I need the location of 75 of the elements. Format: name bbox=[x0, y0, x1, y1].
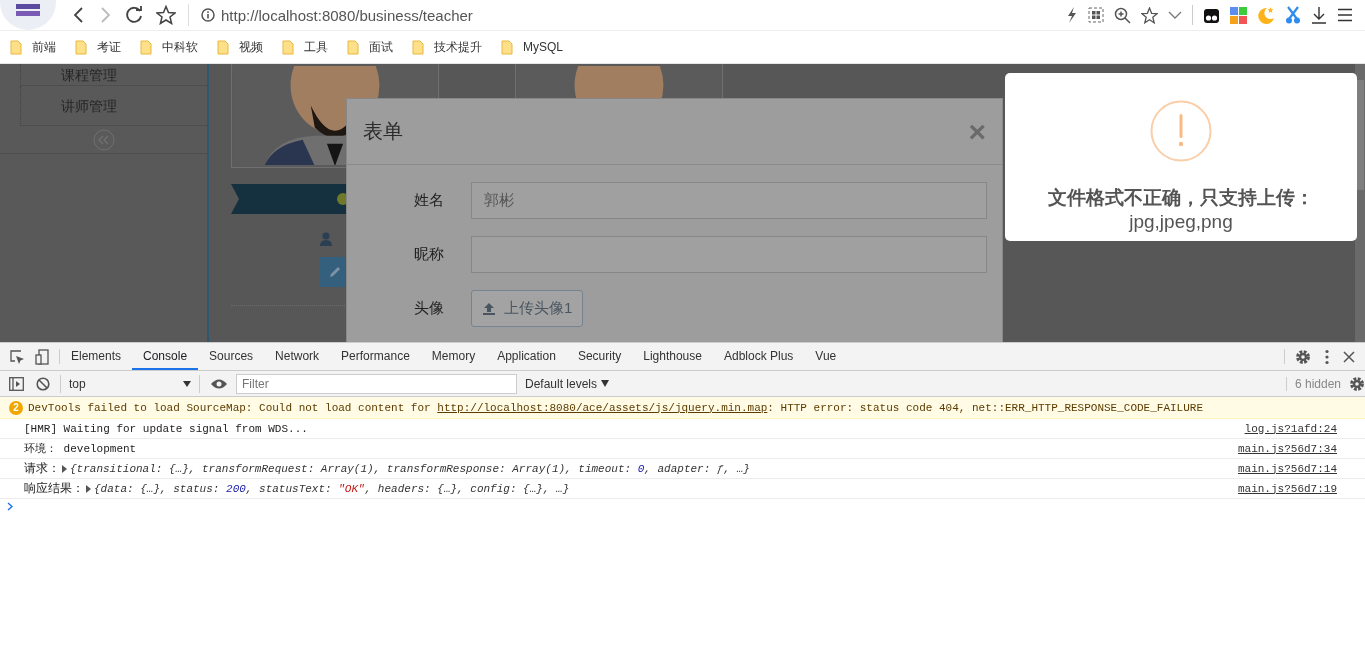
bookmark-link[interactable]: 中科软 bbox=[162, 38, 198, 56]
bookmark-link[interactable]: 面试 bbox=[369, 38, 393, 56]
dropdown-arrow-icon bbox=[601, 380, 610, 387]
close-icon[interactable] bbox=[1343, 350, 1355, 363]
back-icon[interactable] bbox=[72, 6, 86, 24]
expand-arrow-icon[interactable] bbox=[62, 464, 67, 473]
settings-icon[interactable] bbox=[1349, 375, 1365, 392]
levels-dropdown[interactable]: Default levels bbox=[525, 376, 610, 391]
alert-text: jpg,jpeg,png bbox=[1129, 211, 1233, 233]
expand-arrow-icon[interactable] bbox=[86, 484, 91, 493]
bookmark-link[interactable]: 前端 bbox=[32, 38, 56, 56]
zoom-icon[interactable] bbox=[1114, 6, 1131, 24]
warning-count: 2 bbox=[9, 400, 23, 415]
chevron-down-icon[interactable] bbox=[1168, 10, 1182, 20]
source-link[interactable]: main.js?56d7:19 bbox=[1237, 482, 1337, 495]
address-bar[interactable]: http://localhost:8080/business/teacher bbox=[221, 6, 473, 24]
lightning-icon[interactable] bbox=[1066, 6, 1078, 24]
devtools-tab[interactable]: Adblock Plus bbox=[712, 343, 805, 370]
source-link[interactable]: main.js?56d7:14 bbox=[1237, 462, 1337, 475]
pencil-icon bbox=[328, 265, 342, 279]
star-icon[interactable] bbox=[156, 5, 176, 25]
devtools-tab[interactable]: Security bbox=[566, 343, 633, 370]
info-icon[interactable] bbox=[201, 8, 215, 22]
more-icon[interactable] bbox=[1325, 348, 1329, 365]
source-map-link[interactable]: http://localhost:8080/ace/assets/js/jquery.min.map bbox=[437, 401, 768, 414]
source-link[interactable]: log.js?1afd:24 bbox=[1244, 422, 1337, 435]
bookmark-link[interactable]: 视频 bbox=[239, 38, 263, 56]
eye-icon[interactable] bbox=[210, 377, 228, 390]
devtools-tab[interactable]: Application bbox=[486, 343, 567, 370]
bookmark-link[interactable]: 工具 bbox=[304, 38, 328, 56]
prompt-icon bbox=[7, 502, 13, 511]
download-icon[interactable] bbox=[1311, 6, 1327, 24]
modal-title: 表单 bbox=[363, 119, 403, 144]
device-icon[interactable] bbox=[35, 348, 49, 365]
bookmark-link[interactable]: 技术提升 bbox=[434, 38, 482, 56]
devtools-tab[interactable]: Network bbox=[264, 343, 331, 370]
dropdown-arrow-icon bbox=[183, 380, 191, 387]
devtools-tab[interactable]: Lighthouse bbox=[632, 343, 713, 370]
log-label: 请求： bbox=[24, 460, 60, 477]
field-label: 姓名 bbox=[413, 191, 444, 210]
object-preview[interactable]: {data: {…}, status: 200, statusText: "OK", headers: {…}, config: {…}, …} bbox=[94, 482, 570, 495]
extension-icon[interactable] bbox=[1203, 6, 1220, 24]
hidden-count: 6 hidden bbox=[1285, 376, 1349, 391]
upload-icon bbox=[482, 301, 496, 316]
object-preview[interactable]: {transitional: {…}, transformRequest: Array(1), transformResponse: Array(1), timeout: 0, adapter: ƒ, …} bbox=[70, 462, 750, 475]
log-message: [HMR] Waiting for update signal from WDS... bbox=[24, 422, 308, 435]
warning-icon bbox=[1150, 100, 1212, 162]
clear-icon[interactable] bbox=[36, 376, 50, 391]
bookmark-link[interactable]: 考证 bbox=[97, 38, 121, 56]
settings-icon[interactable] bbox=[1295, 348, 1311, 365]
field-label: 昵称 bbox=[413, 245, 444, 264]
star-icon[interactable] bbox=[1141, 6, 1158, 24]
devtools-tab[interactable]: Vue bbox=[804, 343, 848, 370]
field-label: 头像 bbox=[413, 299, 444, 318]
profile-avatar[interactable] bbox=[0, 0, 56, 30]
devtools-tab[interactable]: Elements bbox=[60, 343, 133, 370]
input-field[interactable] bbox=[471, 236, 987, 273]
scissors-icon[interactable] bbox=[1285, 6, 1301, 24]
log-label: 响应结果： bbox=[24, 480, 84, 497]
reload-icon[interactable] bbox=[124, 5, 144, 25]
warning-message: DevTools failed to load SourceMap: Could not load content for http://localhost:8080/ace/assets/js/jquery.min.map: HTTP error: status code 404, net::ERR_HTTP_RESPONSE_CODE_FAILURE bbox=[28, 401, 1203, 414]
menu-icon[interactable] bbox=[1337, 8, 1353, 22]
user-icon bbox=[320, 232, 332, 246]
devtools-tab[interactable]: Memory bbox=[420, 343, 487, 370]
devtools-tab[interactable]: Sources bbox=[198, 343, 265, 370]
sidebar-toggle-icon[interactable] bbox=[9, 376, 24, 391]
filter-field[interactable]: Filter bbox=[236, 373, 517, 394]
devtools-tab[interactable]: Performance bbox=[330, 343, 421, 370]
bookmark-link[interactable]: MySQL bbox=[523, 40, 563, 54]
log-message: 环境： development bbox=[24, 442, 137, 456]
source-link[interactable]: main.js?56d7:34 bbox=[1237, 442, 1337, 455]
alert-title: 文件格式不正确，只支持上传： bbox=[1048, 186, 1314, 210]
context-select[interactable]: top bbox=[60, 374, 200, 393]
inspect-icon[interactable] bbox=[9, 348, 25, 365]
grid-icon[interactable] bbox=[1088, 7, 1104, 23]
